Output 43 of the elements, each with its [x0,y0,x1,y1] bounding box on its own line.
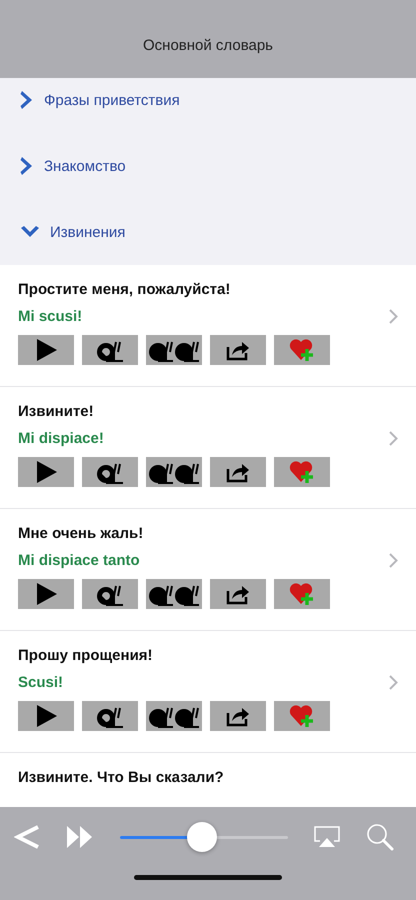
share-button[interactable] [210,335,266,365]
play-icon [34,338,58,362]
share-icon [226,461,250,483]
slower-play-button[interactable] [146,457,202,487]
italian-translation: Mi dispiace tanto [18,552,140,569]
playback-slider[interactable] [120,821,288,853]
share-icon [226,583,250,605]
slow-play-button[interactable] [82,335,138,365]
category-item[interactable]: Фразы приветствия [0,78,416,122]
play-icon [34,704,58,728]
play-button[interactable] [18,701,74,731]
slower-play-button[interactable] [146,579,202,609]
heart-plus-icon [289,338,315,362]
russian-phrase: Извините! [18,403,95,420]
russian-phrase: Прошу прощения! [18,647,154,664]
slow-play-button[interactable] [82,701,138,731]
play-icon [34,460,58,484]
heart-plus-icon [289,582,315,606]
slider-thumb[interactable] [187,822,218,852]
share-icon [226,705,250,727]
slow-play-button[interactable] [82,457,138,487]
share-button[interactable] [210,701,266,731]
slower-play-button[interactable] [146,701,202,731]
play-icon [34,582,58,606]
screen-title: Основной словарь [143,37,273,54]
slower-play-button[interactable] [146,335,202,365]
russian-phrase: Простите меня, пожалуйста! [18,281,232,298]
play-button[interactable] [18,335,74,365]
share-icon [226,339,250,361]
russian-phrase: Мне очень жаль! [18,525,144,542]
heart-plus-icon [289,460,315,484]
play-button[interactable] [18,457,74,487]
italian-translation: Mi scusi! [18,308,82,325]
slow-play-button[interactable] [82,579,138,609]
italian-translation: Scusi! [18,674,64,691]
russian-phrase: Извините. Что Вы сказали? [18,769,225,786]
share-button[interactable] [210,457,266,487]
italian-translation: Mi dispiace! [18,430,104,447]
share-button[interactable] [210,579,266,609]
category-item[interactable]: Извинения [0,210,416,254]
play-button[interactable] [18,579,74,609]
category-item[interactable]: Знакомство [0,144,416,188]
heart-plus-icon [289,704,315,728]
